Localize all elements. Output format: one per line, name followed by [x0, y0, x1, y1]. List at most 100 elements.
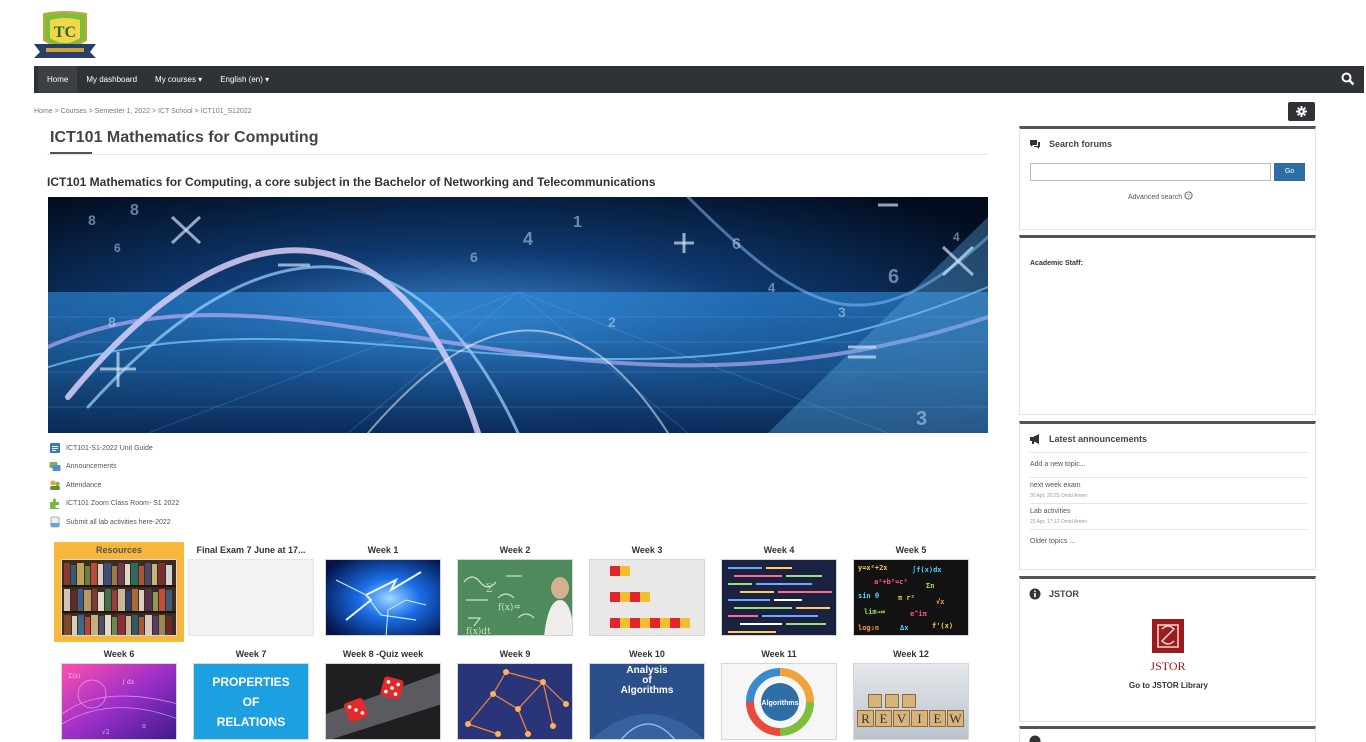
academic-staff-block: Academic Staff:	[1019, 235, 1316, 415]
svg-text:2: 2	[608, 314, 616, 330]
breadcrumb-courses[interactable]: Courses	[61, 108, 87, 115]
svg-text:π r²: π r²	[898, 594, 915, 602]
resource-label: ICT101 Zoom Class Room- S1 2022	[66, 500, 180, 508]
svg-text:6: 6	[888, 266, 899, 288]
tile-image-blank	[188, 559, 314, 636]
divider	[1030, 477, 1308, 478]
resource-unit-guide[interactable]: ICT101-S1-2022 Unit Guide	[49, 439, 179, 458]
tile-image-blocks	[589, 559, 705, 636]
site-logo[interactable]: TC	[32, 10, 98, 60]
search-icon[interactable]	[1340, 71, 1356, 87]
forum-search-go-button[interactable]: Go	[1274, 163, 1305, 181]
next-block-partial	[1019, 726, 1316, 742]
course-description: ICT101 Mathematics for Computing, a core…	[47, 175, 656, 189]
svg-text:∑: ∑	[486, 583, 493, 593]
tile-week-2[interactable]: Week 2 f(x)= f(x)dt ∑	[450, 542, 580, 642]
resource-label: Submit all lab activities here-2022	[66, 518, 171, 526]
tile-week-10[interactable]: Week 10 Analysis of Algorithms	[582, 646, 712, 742]
tile-image-purple-formulas: Σ(x) ∫ dx π √2	[61, 663, 177, 740]
assignment-icon	[50, 516, 60, 528]
svg-text:?: ?	[1187, 194, 1190, 200]
forum-icon	[49, 461, 61, 471]
svg-text:Σ(x): Σ(x)	[68, 673, 80, 680]
announcement-meta: 23 Apr, 17:12 Omid Ameri	[1030, 519, 1087, 525]
tile-week-11[interactable]: Week 11 Algorithms	[714, 646, 844, 742]
tile-image-dice	[325, 663, 441, 740]
nav-language[interactable]: English (en) ▾	[211, 66, 278, 93]
tile-image-chalkboard: f(x)= f(x)dt ∑	[457, 559, 573, 636]
tile-image-text: RELATIONS	[216, 714, 286, 729]
svg-text:f(x)=: f(x)=	[498, 602, 521, 613]
breadcrumb-semester[interactable]: Semester 1, 2022	[95, 108, 150, 115]
tile-image-properties-of-relations: PROPERTIES OF RELATIONS	[193, 663, 309, 740]
tile-week-6[interactable]: Week 6 Σ(x) ∫ dx π √2	[54, 646, 184, 742]
tile-week-9[interactable]: Week 9	[450, 646, 580, 742]
tile-week-7[interactable]: Week 7 PROPERTIES OF RELATIONS	[186, 646, 316, 742]
document-icon	[50, 443, 60, 454]
tile-week-3[interactable]: Week 3	[582, 542, 712, 642]
svg-text:lim→∞: lim→∞	[864, 608, 885, 616]
tile-image-formulas: y=x²+2x ∫f(x)dx a²+b²=c² Σn sin θ π r² √x li…	[853, 559, 969, 636]
block-header: Search forums	[1020, 129, 1315, 150]
svg-text:4: 4	[768, 280, 776, 295]
top-navbar: Home My dashboard My courses ▾ English (…	[34, 66, 1364, 93]
forum-search-input[interactable]	[1030, 163, 1271, 181]
svg-text:∫f(x)dx: ∫f(x)dx	[912, 565, 942, 574]
divider	[1030, 452, 1308, 453]
settings-button[interactable]	[1288, 102, 1315, 121]
jstor-logo[interactable]: JSTOR	[1150, 617, 1186, 673]
resource-zoom-classroom[interactable]: ICT101 Zoom Class Room- S1 2022	[49, 495, 179, 514]
advanced-search-link[interactable]: Advanced search ?	[1128, 191, 1193, 201]
main-content: ICT101 Mathematics for Computing ICT101 …	[47, 125, 989, 528]
resource-announcements[interactable]: Announcements	[49, 458, 179, 477]
tile-image-analysis-of-algorithms: Analysis of Algorithms	[589, 663, 705, 740]
svg-text:TC: TC	[54, 24, 76, 41]
announcement-title[interactable]: next week exam	[1030, 482, 1081, 489]
svg-text:e^iπ: e^iπ	[910, 610, 928, 618]
tile-title: Week 5	[895, 545, 927, 555]
tile-image-text: I	[911, 710, 928, 727]
breadcrumb-course[interactable]: ICT101_S12022	[201, 108, 252, 115]
tile-resources[interactable]: Resources	[54, 542, 184, 642]
svg-text:3: 3	[838, 304, 846, 320]
comments-icon	[1030, 140, 1040, 149]
divider	[1030, 503, 1308, 504]
svg-text:8: 8	[88, 212, 96, 228]
tile-title: Week 7	[235, 649, 267, 659]
tile-week-5[interactable]: Week 5 y=x²+2x ∫f(x)dx a²+b²=c² Σn sin θ π …	[846, 542, 976, 642]
tile-image-text: Algorithms	[620, 685, 674, 696]
tile-week-8-quiz[interactable]: Week 8 -Quiz week	[318, 646, 448, 742]
tile-final-exam[interactable]: Final Exam 7 June at 17...	[186, 542, 316, 642]
nav-my-courses[interactable]: My courses ▾	[146, 66, 211, 93]
resource-label: Announcements	[66, 463, 117, 471]
tile-week-1[interactable]: Week 1	[318, 542, 448, 642]
svg-text:1: 1	[573, 214, 582, 231]
nav-my-dashboard[interactable]: My dashboard	[77, 66, 146, 93]
tile-week-4[interactable]: Week 4	[714, 542, 844, 642]
block-header: JSTOR	[1020, 579, 1315, 600]
tile-title: Week 11	[761, 649, 797, 659]
help-icon[interactable]: ?	[1184, 191, 1193, 200]
svg-text:3: 3	[916, 408, 927, 430]
svg-text:6: 6	[732, 236, 741, 253]
add-new-topic-link[interactable]: Add a new topic...	[1030, 461, 1086, 468]
nav-home[interactable]: Home	[38, 66, 78, 93]
breadcrumb: Home > Courses > Semester 1, 2022 > ICT …	[34, 108, 252, 115]
svg-text:√2: √2	[102, 729, 110, 736]
svg-text:sin θ: sin θ	[858, 592, 879, 600]
svg-text:6: 6	[114, 241, 121, 255]
breadcrumb-home[interactable]: Home	[34, 108, 53, 115]
resource-submit-lab-activities[interactable]: Submit all lab activities here-2022	[49, 513, 179, 532]
breadcrumb-school[interactable]: ICT School	[158, 108, 193, 115]
tile-title: Week 1	[367, 545, 399, 555]
tile-week-12[interactable]: Week 12 R E V I E W	[846, 646, 976, 742]
resource-label: ICT101-S1-2022 Unit Guide	[66, 444, 153, 452]
tile-image-bookshelf	[61, 559, 177, 636]
tile-title: Week 2	[499, 545, 531, 555]
announcement-title[interactable]: Lab activities	[1030, 508, 1070, 515]
svg-text:8: 8	[130, 202, 139, 219]
resource-attendance[interactable]: Attendance	[49, 476, 179, 495]
tile-image-text: V	[893, 710, 910, 727]
older-topics-link[interactable]: Older topics ...	[1030, 538, 1075, 545]
go-to-jstor-link[interactable]: Go to JSTOR Library	[1020, 681, 1317, 690]
